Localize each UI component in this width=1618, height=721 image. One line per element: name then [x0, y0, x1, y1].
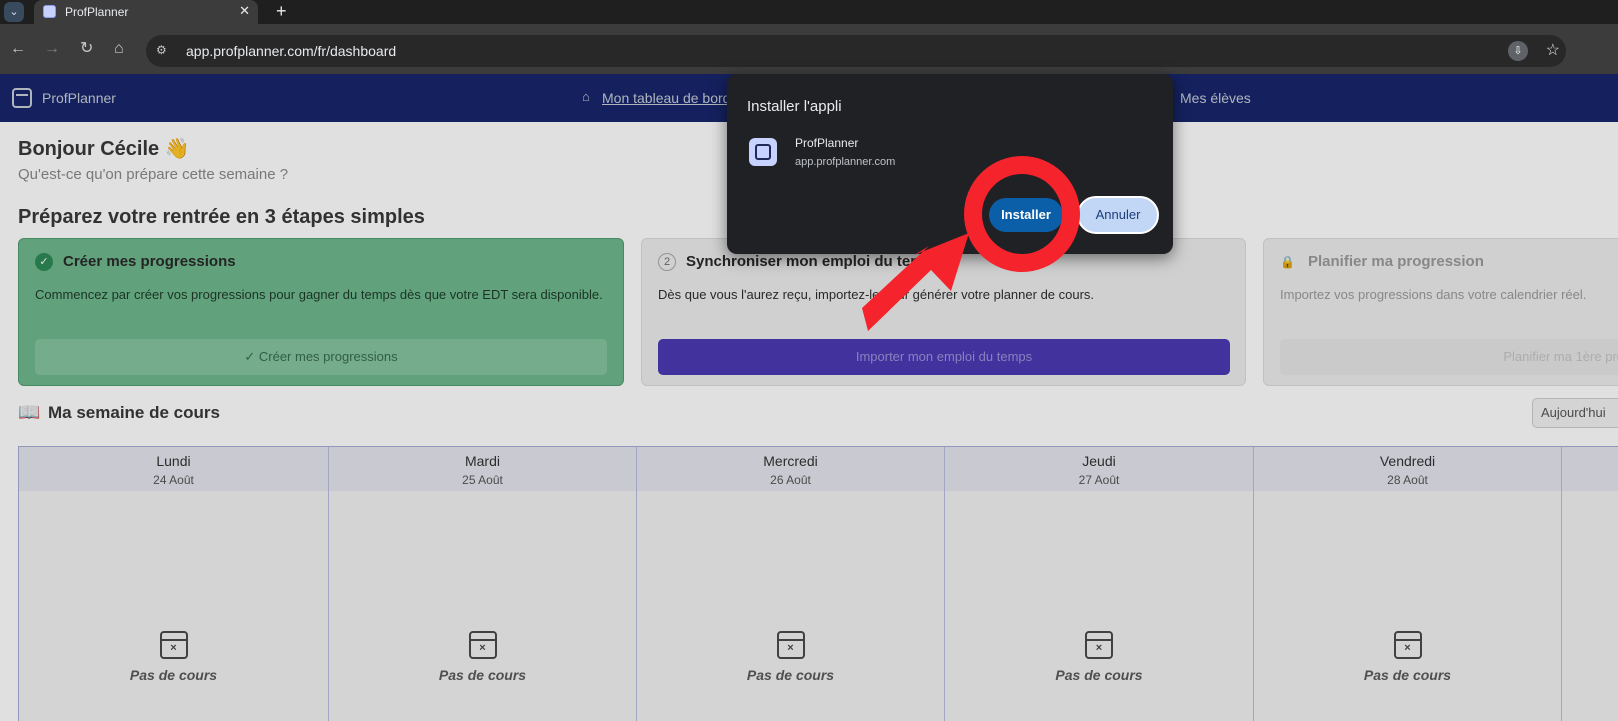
step-card-sync-schedule: 2 Synchroniser mon emploi du temps Dès q…: [641, 238, 1246, 386]
no-class-text: Pas de cours: [438, 667, 527, 683]
day-name: Mardi: [464, 453, 500, 469]
new-tab-icon[interactable]: +: [276, 1, 287, 21]
day-name: Jeudi: [1082, 453, 1116, 469]
tab-close-icon[interactable]: ✕: [239, 4, 250, 18]
step-card-title: Planifier ma progression: [1308, 253, 1484, 270]
install-button[interactable]: Installer: [989, 198, 1063, 232]
step-card-title: Créer mes progressions: [63, 253, 236, 270]
today-button[interactable]: Aujourd'hui: [1532, 398, 1618, 428]
no-class-text: Pas de cours: [1055, 667, 1143, 683]
dialog-app-url: app.profplanner.com: [795, 156, 896, 168]
step-card-description: Importez vos progressions dans votre cal…: [1280, 287, 1587, 302]
install-app-icon[interactable]: ⇩: [1508, 41, 1528, 61]
dialog-title: Installer l'appli: [747, 98, 842, 115]
tab-search-icon[interactable]: ⌄: [4, 2, 24, 22]
site-info-icon[interactable]: ⚙: [156, 43, 172, 59]
import-schedule-button[interactable]: Importer mon emploi du temps: [658, 339, 1230, 375]
day-date: 26 Août: [770, 473, 811, 487]
back-icon[interactable]: ←: [10, 40, 26, 58]
step-card-description: Commencez par créer vos progressions pou…: [35, 287, 603, 302]
no-class-text: Pas de cours: [746, 667, 835, 683]
create-progressions-button[interactable]: ✓ Créer mes progressions: [35, 339, 607, 375]
step-card-plan-progression: 🔒 Planifier ma progression Importez vos …: [1263, 238, 1618, 386]
steps-title: Préparez votre rentrée en 3 étapes simpl…: [18, 206, 425, 228]
reload-icon[interactable]: ↻: [80, 40, 93, 58]
forward-icon[interactable]: →: [44, 40, 60, 58]
calendar-x-icon: ×: [159, 631, 188, 659]
dialog-app-name: ProfPlanner: [795, 136, 859, 150]
calendar-x-icon: ×: [1393, 631, 1422, 659]
nav-dashboard-link[interactable]: Mon tableau de bord: [602, 90, 730, 106]
week-calendar: Lundi 24 Août × Pas de cours Mardi 25 Ao…: [18, 446, 1618, 721]
address-bar[interactable]: ⚙ app.profplanner.com/fr/dashboard ⇩ ☆: [146, 35, 1566, 67]
week-title: Ma semaine de cours: [48, 403, 220, 422]
step-card-description: Dès que vous l'aurez reçu, importez-le p…: [658, 287, 1095, 302]
plan-progression-button: Planifier ma 1ère pro: [1280, 339, 1618, 375]
day-date: 25 Août: [462, 473, 503, 487]
day-column-friday: Vendredi 28 Août × Pas de cours: [1254, 447, 1562, 721]
cancel-button[interactable]: Annuler: [1077, 196, 1159, 234]
step-card-create-progressions: ✓ Créer mes progressions Commencez par c…: [18, 238, 624, 386]
lock-icon: 🔒: [1280, 255, 1295, 269]
calendar-x-icon: ×: [468, 631, 497, 659]
greeting-subtitle: Qu'est-ce qu'on prépare cette semaine ?: [18, 166, 289, 183]
calendar-x-icon: ×: [1085, 631, 1113, 659]
day-column-monday: Lundi 24 Août × Pas de cours: [19, 447, 329, 721]
bookmark-star-icon[interactable]: ☆: [1546, 40, 1560, 60]
day-column-weekend: [1562, 447, 1618, 721]
tab-title: ProfPlanner: [65, 5, 129, 19]
address-url[interactable]: app.profplanner.com/fr/dashboard: [186, 43, 396, 59]
browser-tab-bar: ⌄ ProfPlanner ✕ +: [0, 0, 1618, 24]
calendar-x-icon: ×: [776, 631, 805, 659]
day-column-tuesday: Mardi 25 Août × Pas de cours: [329, 447, 637, 721]
install-app-dialog: Installer l'appli ProfPlanner app.profpl…: [727, 74, 1173, 254]
greeting-title: Bonjour Cécile 👋: [18, 138, 190, 160]
day-name: Mercredi: [763, 453, 818, 469]
day-column-thursday: Jeudi 27 Août × Pas de cours: [945, 447, 1254, 721]
day-name: Vendredi: [1379, 453, 1436, 469]
day-date: 28 Août: [1387, 473, 1428, 487]
step-card-title: Synchroniser mon emploi du temps: [686, 253, 942, 270]
tab-favicon-icon: [43, 5, 56, 18]
day-date: 24 Août: [153, 473, 194, 487]
check-circle-icon: ✓: [35, 253, 53, 271]
browser-tab[interactable]: ProfPlanner ✕: [34, 0, 258, 24]
app-calendar-icon: [749, 138, 777, 166]
nav-students-link[interactable]: Mes élèves: [1180, 90, 1251, 106]
book-open-icon: 📖: [18, 402, 41, 422]
home-nav-icon: ⌂: [582, 89, 590, 104]
no-class-text: Pas de cours: [1363, 667, 1452, 683]
home-icon[interactable]: ⌂: [114, 40, 124, 58]
day-column-wednesday: Mercredi 26 Août × Pas de cours: [637, 447, 945, 721]
calendar-logo-icon: [12, 88, 32, 108]
app-brand[interactable]: ProfPlanner: [42, 90, 116, 106]
no-class-text: Pas de cours: [129, 667, 218, 683]
browser-toolbar: ← → ↻ ⌂ ⚙ app.profplanner.com/fr/dashboa…: [0, 24, 1618, 74]
day-name: Lundi: [156, 453, 191, 469]
day-date: 27 Août: [1078, 473, 1120, 487]
step-number-badge: 2: [658, 253, 676, 271]
